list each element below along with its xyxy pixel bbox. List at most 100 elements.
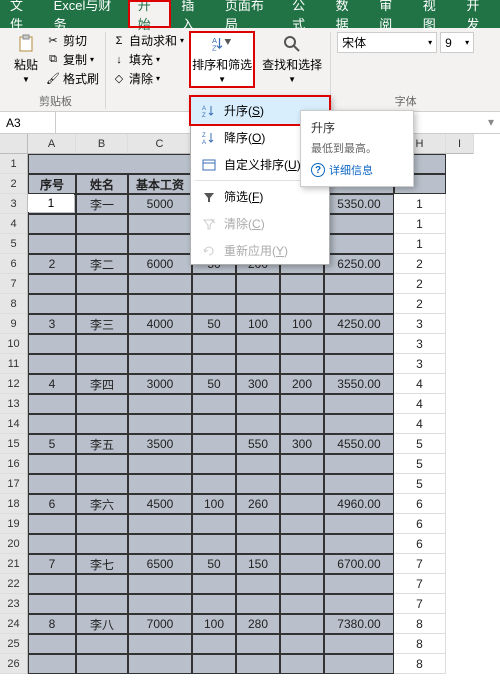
cell[interactable] — [236, 354, 280, 374]
cell[interactable] — [324, 594, 394, 614]
cell[interactable]: 550 — [236, 434, 280, 454]
cell[interactable]: 7 — [394, 594, 446, 614]
cell[interactable]: 7 — [394, 554, 446, 574]
cell[interactable] — [324, 474, 394, 494]
cell[interactable]: 姓名 — [76, 174, 128, 194]
cell[interactable] — [280, 414, 324, 434]
row-header[interactable]: 20 — [0, 534, 28, 554]
cell[interactable] — [280, 654, 324, 674]
cell[interactable]: 4250.00 — [324, 314, 394, 334]
clear-button[interactable]: ◇清除▾ — [112, 70, 184, 87]
cell[interactable]: 200 — [280, 374, 324, 394]
cell[interactable] — [76, 394, 128, 414]
cell[interactable] — [236, 594, 280, 614]
cell[interactable] — [128, 514, 192, 534]
cell[interactable]: 300 — [236, 374, 280, 394]
cell[interactable]: 6000 — [128, 254, 192, 274]
font-name-select[interactable]: 宋体▾ — [337, 32, 437, 53]
cell[interactable] — [192, 334, 236, 354]
cell[interactable] — [324, 574, 394, 594]
cell[interactable] — [76, 354, 128, 374]
cell[interactable] — [128, 574, 192, 594]
cell[interactable]: 3 — [394, 334, 446, 354]
cell[interactable]: 6700.00 — [324, 554, 394, 574]
cell[interactable] — [280, 354, 324, 374]
cell[interactable] — [76, 534, 128, 554]
cell[interactable]: 2 — [394, 294, 446, 314]
cell[interactable]: 100 — [192, 614, 236, 634]
cell[interactable]: 6 — [394, 494, 446, 514]
cell[interactable]: 8 — [28, 614, 76, 634]
cell[interactable]: 4000 — [128, 314, 192, 334]
row-header[interactable]: 23 — [0, 594, 28, 614]
cell[interactable] — [128, 234, 192, 254]
cell[interactable]: 4 — [394, 374, 446, 394]
cell[interactable] — [76, 514, 128, 534]
cell[interactable]: 李三 — [76, 314, 128, 334]
cell[interactable] — [192, 454, 236, 474]
cell[interactable]: 50 — [192, 374, 236, 394]
cell[interactable] — [28, 574, 76, 594]
copy-button[interactable]: ⧉复制▾ — [46, 51, 99, 68]
cell[interactable] — [76, 274, 128, 294]
cell[interactable]: 8 — [394, 634, 446, 654]
cell[interactable]: 100 — [236, 314, 280, 334]
cell[interactable] — [28, 354, 76, 374]
cell[interactable] — [76, 454, 128, 474]
cell[interactable] — [324, 354, 394, 374]
cell[interactable] — [324, 274, 394, 294]
cell[interactable]: 6500 — [128, 554, 192, 574]
cell[interactable] — [324, 414, 394, 434]
cell[interactable]: 7380.00 — [324, 614, 394, 634]
cell[interactable] — [28, 234, 76, 254]
row-header[interactable]: 11 — [0, 354, 28, 374]
cell[interactable]: 3 — [394, 314, 446, 334]
row-header[interactable]: 26 — [0, 654, 28, 674]
filter-item[interactable]: 筛选(F) — [191, 183, 329, 210]
cell[interactable]: 5 — [28, 434, 76, 454]
cell[interactable] — [324, 214, 394, 234]
cell[interactable] — [192, 354, 236, 374]
cell[interactable]: 5350.00 — [324, 194, 394, 214]
sort-filter-button[interactable]: AZ 排序和筛选 ▼ — [190, 32, 254, 87]
cell[interactable] — [128, 474, 192, 494]
tab-7[interactable]: 审阅 — [369, 0, 413, 28]
cell[interactable]: 3500 — [128, 434, 192, 454]
cell[interactable] — [192, 294, 236, 314]
row-header[interactable]: 1 — [0, 154, 28, 174]
tab-1[interactable]: Excel与财务 — [44, 0, 128, 28]
col-header[interactable]: A — [28, 134, 76, 154]
row-header[interactable]: 17 — [0, 474, 28, 494]
cell[interactable]: 7000 — [128, 614, 192, 634]
cell[interactable] — [128, 534, 192, 554]
cell[interactable]: 李四 — [76, 374, 128, 394]
cell[interactable] — [280, 534, 324, 554]
cell[interactable]: 5 — [394, 454, 446, 474]
cell[interactable] — [324, 534, 394, 554]
cell[interactable] — [236, 514, 280, 534]
cell[interactable]: 280 — [236, 614, 280, 634]
row-header[interactable]: 7 — [0, 274, 28, 294]
cell[interactable] — [192, 394, 236, 414]
tab-9[interactable]: 开发 — [456, 0, 500, 28]
cell[interactable] — [28, 394, 76, 414]
cell[interactable]: 5 — [394, 434, 446, 454]
cell[interactable] — [28, 514, 76, 534]
cell[interactable] — [28, 474, 76, 494]
row-header[interactable]: 13 — [0, 394, 28, 414]
cell[interactable]: 3550.00 — [324, 374, 394, 394]
row-header[interactable]: 24 — [0, 614, 28, 634]
autosum-button[interactable]: Σ自动求和▾ — [112, 32, 184, 49]
row-header[interactable]: 2 — [0, 174, 28, 194]
cell[interactable] — [128, 634, 192, 654]
cut-button[interactable]: ✂剪切 — [46, 32, 99, 49]
cell[interactable] — [28, 294, 76, 314]
cell[interactable]: 260 — [236, 494, 280, 514]
cell[interactable] — [28, 274, 76, 294]
cell[interactable] — [128, 654, 192, 674]
cell[interactable] — [324, 334, 394, 354]
collapse-icon[interactable]: ▾ — [488, 115, 494, 129]
tab-4[interactable]: 页面布局 — [215, 0, 282, 28]
cell[interactable] — [28, 594, 76, 614]
cell[interactable] — [236, 334, 280, 354]
